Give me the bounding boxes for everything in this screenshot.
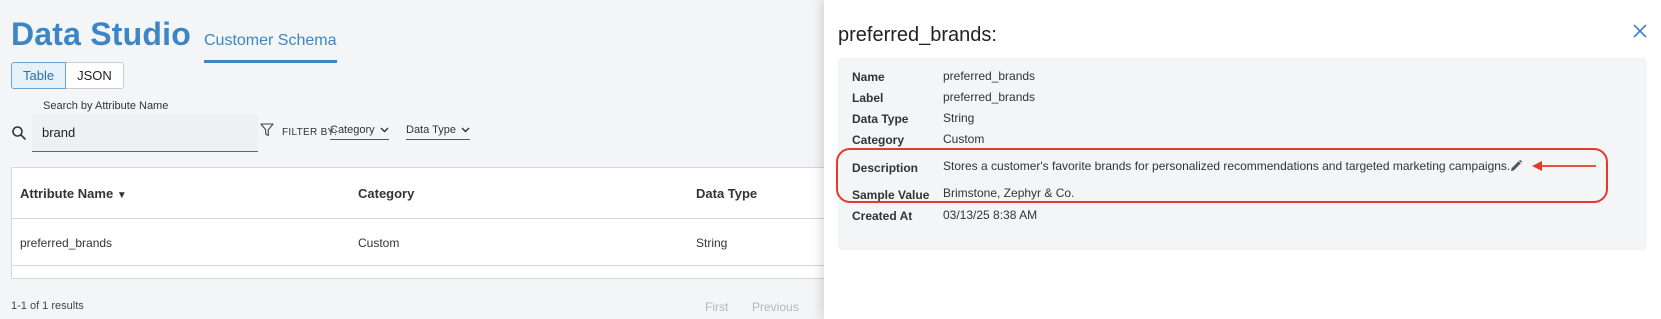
column-header-attribute-name[interactable]: Attribute Name ▼ xyxy=(20,186,127,201)
column-header-category[interactable]: Category xyxy=(358,186,414,201)
drawer-title: preferred_brands: xyxy=(838,24,997,46)
label-value: preferred_brands xyxy=(943,90,1036,104)
search-input[interactable] xyxy=(32,114,258,152)
category-filter-dropdown[interactable]: Category xyxy=(330,124,389,140)
json-view-button[interactable]: JSON xyxy=(66,62,124,89)
chevron-down-icon xyxy=(380,127,389,133)
created-at-value: 03/13/25 8:38 AM xyxy=(943,208,1038,222)
arrow-left-icon xyxy=(1532,161,1596,171)
name-label: Name xyxy=(852,70,885,84)
results-count: 1-1 of 1 results xyxy=(11,300,84,312)
pager-first-button[interactable]: First xyxy=(705,300,728,314)
data-studio-app: Data Studio Customer Schema Table JSON S… xyxy=(0,0,824,319)
category-value: Custom xyxy=(943,132,985,146)
attributes-table: Attribute Name ▼ Category Data Type pref… xyxy=(11,167,824,279)
chevron-down-icon xyxy=(461,127,470,133)
cell-attribute-name: preferred_brands xyxy=(20,236,113,250)
attribute-details: Name preferred_brands Label preferred_br… xyxy=(836,58,1647,250)
pager-previous-button[interactable]: Previous xyxy=(752,300,799,314)
data-type-filter-dropdown[interactable]: Data Type xyxy=(406,124,470,140)
close-icon[interactable] xyxy=(1631,22,1649,40)
filter-by-label: FILTER BY: xyxy=(282,127,338,138)
name-value: preferred_brands xyxy=(943,69,1036,83)
search-label: Search by Attribute Name xyxy=(43,100,169,112)
label-label: Label xyxy=(852,91,884,105)
data-type-value: String xyxy=(943,111,975,125)
view-toggle: Table JSON xyxy=(11,62,124,89)
table-header: Attribute Name ▼ Category Data Type xyxy=(12,168,824,219)
cell-data-type: String xyxy=(696,236,728,250)
table-view-button[interactable]: Table xyxy=(11,62,67,89)
data-type-label: Data Type xyxy=(852,112,909,126)
search-icon xyxy=(12,126,26,140)
column-header-data-type[interactable]: Data Type xyxy=(696,186,757,201)
tab-customer-schema[interactable]: Customer Schema xyxy=(204,32,337,63)
table-row[interactable]: preferred_brands Custom String xyxy=(12,220,824,266)
data-type-filter-label: Data Type xyxy=(406,124,456,136)
filter-icon[interactable] xyxy=(260,123,274,137)
attribute-detail-drawer: preferred_brands: Name preferred_brands … xyxy=(824,0,1661,319)
cell-category: Custom xyxy=(358,236,400,250)
annotation-highlight-outline xyxy=(836,148,1608,203)
created-at-label: Created At xyxy=(852,209,913,223)
category-label: Category xyxy=(852,133,905,147)
category-filter-label: Category xyxy=(330,124,375,136)
sort-desc-icon: ▼ xyxy=(116,190,127,201)
page-title: Data Studio xyxy=(11,16,191,52)
